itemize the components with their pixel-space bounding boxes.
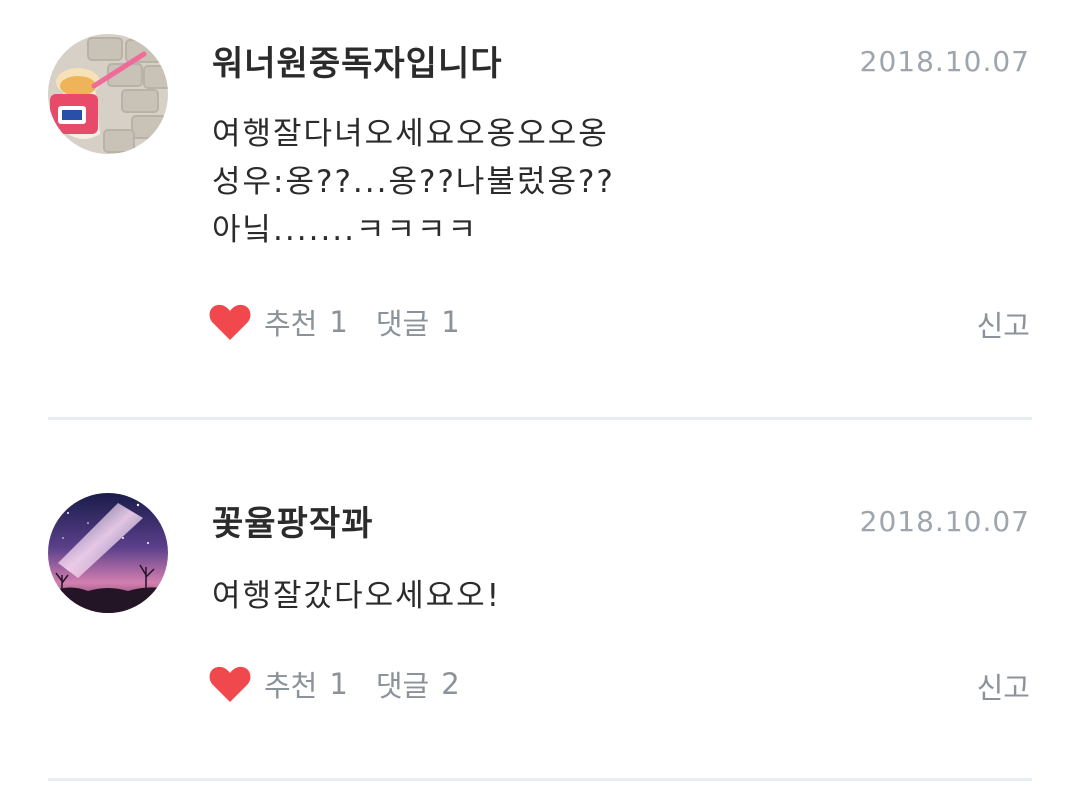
recommend-button[interactable]: 추천 1 (208, 301, 348, 343)
ice-cream-avatar-image (48, 34, 168, 154)
avatar[interactable] (48, 493, 168, 613)
reply-count: 2 (441, 667, 460, 701)
comment-item: 꽃율팡작꽈 2018.10.07 여행잘갔다오세요오! 추천 1 댓글 2 신고 (0, 420, 1080, 810)
reply-button[interactable]: 댓글 2 (376, 663, 460, 705)
recommend-count: 1 (329, 667, 348, 701)
heart-icon[interactable] (208, 664, 252, 704)
comment-body: 여행잘다녀오세요오옹오오옹 성우:옹??...옹??나불렀옹?? 아닠.....… (212, 110, 615, 254)
report-button[interactable]: 신고 (977, 665, 1030, 707)
reply-label: 댓글 (375, 307, 430, 341)
comment-actions: 추천 1 댓글 2 (208, 662, 460, 706)
report-button[interactable]: 신고 (977, 303, 1030, 345)
recommend-button[interactable]: 추천 1 (208, 663, 348, 705)
night-sky-avatar-image (48, 493, 168, 613)
comment-body-line: 여행잘갔다오세요오! (212, 578, 502, 614)
comment-body-line: 성우:옹??...옹??나불렀옹?? (212, 164, 615, 200)
reply-count: 1 (441, 305, 460, 339)
comment-date: 2018.10.07 (859, 45, 1030, 78)
comment-date: 2018.10.07 (859, 505, 1030, 538)
comment-body: 여행잘갔다오세요오! (212, 572, 501, 620)
recommend-label: 추천 (264, 669, 318, 703)
comment-username[interactable]: 꽃율팡작꽈 (212, 504, 373, 544)
recommend-count: 1 (329, 305, 348, 339)
comment-username[interactable]: 워너원중독자입니다 (212, 44, 503, 84)
avatar[interactable] (48, 34, 168, 154)
heart-icon[interactable] (208, 302, 252, 342)
comment-item: 워너원중독자입니다 2018.10.07 여행잘다녀오세요오옹오오옹 성우:옹?… (0, 0, 1080, 420)
comment-actions: 추천 1 댓글 1 (208, 300, 460, 344)
recommend-label: 추천 (264, 307, 318, 341)
reply-button[interactable]: 댓글 1 (376, 301, 460, 343)
comment-body-line: 아닠.......ㅋㅋㅋㅋ (212, 212, 479, 248)
reply-label: 댓글 (375, 669, 430, 703)
comment-divider (48, 778, 1032, 781)
comment-body-line: 여행잘다녀오세요오옹오오옹 (212, 116, 609, 152)
